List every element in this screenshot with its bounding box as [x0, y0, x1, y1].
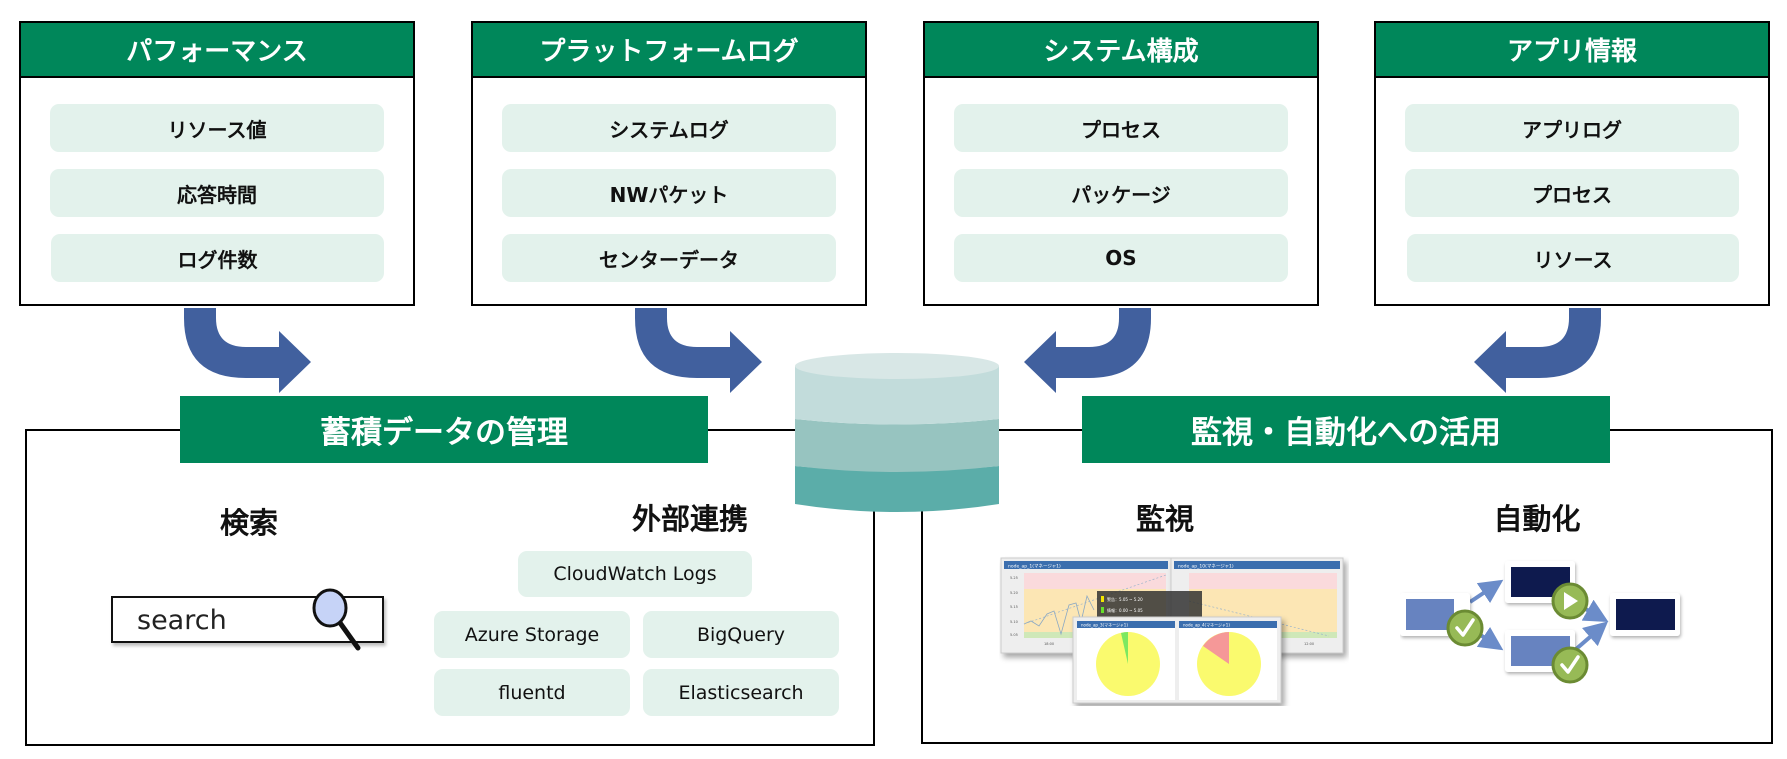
- source-item: 応答時間: [50, 169, 384, 217]
- play-icon: [1551, 582, 1589, 620]
- curved-arrow-icon: [635, 308, 762, 393]
- legend-warning: 警告：5.05 ~ 5.20: [1107, 596, 1143, 602]
- source-item: OS: [954, 234, 1288, 282]
- x-tick: 12:00: [1304, 642, 1314, 646]
- check-icon: [1551, 646, 1589, 684]
- panel-title: node_ap_10(マネージャ1): [1178, 564, 1234, 570]
- monitoring-dashboard-image: node_ap_1(マネージャ1) 5.25 5.20 5.15 5.10 5.…: [1000, 557, 1344, 704]
- panel-title: node_ap_3(マネージャ1): [1081, 622, 1128, 628]
- magnifier-icon[interactable]: [308, 586, 368, 652]
- source-box-title: システム構成: [923, 21, 1319, 78]
- source-box-performance: パフォーマンス リソース値 応答時間 ログ件数: [19, 21, 415, 306]
- y-tick: 5.20: [1010, 591, 1018, 595]
- source-item: リソース値: [50, 104, 384, 152]
- automation-flow-image: [1400, 561, 1680, 684]
- source-item: プロセス: [954, 104, 1288, 152]
- y-tick: 5.05: [1010, 633, 1018, 637]
- source-item: パッケージ: [954, 169, 1288, 217]
- source-item: センターデータ: [502, 234, 836, 282]
- y-tick: 5.25: [1010, 576, 1018, 580]
- source-box-title: アプリ情報: [1374, 21, 1770, 78]
- monitoring-heading: 監視: [1135, 502, 1195, 536]
- source-item: アプリログ: [1405, 104, 1739, 152]
- curved-arrow-icon: [1024, 308, 1151, 393]
- database-icon: [795, 353, 999, 512]
- storage-management-title: 蓄積データの管理: [180, 396, 708, 463]
- source-item: プロセス: [1405, 169, 1739, 217]
- source-item: システムログ: [502, 104, 836, 152]
- integration-target-azure: Azure Storage: [434, 611, 630, 658]
- source-item: リソース: [1407, 234, 1739, 282]
- search-heading: 検索: [219, 506, 279, 540]
- search-input-value: search: [137, 605, 227, 636]
- integration-target-elasticsearch: Elasticsearch: [643, 669, 839, 716]
- integration-target-bigquery: BigQuery: [643, 611, 839, 658]
- automation-heading: 自動化: [1493, 502, 1581, 536]
- source-box-title: プラットフォームログ: [471, 21, 867, 78]
- curved-arrow-icon: [1474, 308, 1601, 393]
- panel-title: node_ap_4(マネージャ1): [1183, 622, 1230, 628]
- x-tick: 18:00: [1044, 642, 1054, 646]
- integration-target-fluentd: fluentd: [434, 669, 630, 716]
- source-item: ログ件数: [51, 234, 384, 282]
- integration-target-cloudwatch: CloudWatch Logs: [518, 551, 752, 597]
- source-box-platform-log: プラットフォームログ システムログ NWパケット センターデータ: [471, 21, 867, 306]
- source-box-app-info: アプリ情報 アプリログ プロセス リソース: [1374, 21, 1770, 306]
- integration-heading: 外部連携: [631, 502, 749, 536]
- panel-title: node_ap_1(マネージャ1): [1008, 564, 1061, 570]
- check-icon: [1446, 609, 1484, 647]
- legend-info: 情報：0.00 ~ 5.05: [1107, 607, 1143, 613]
- source-item: NWパケット: [502, 169, 836, 217]
- y-tick: 5.15: [1010, 605, 1018, 609]
- y-tick: 5.10: [1010, 620, 1018, 624]
- source-box-title: パフォーマンス: [19, 21, 415, 78]
- source-box-system-config: システム構成 プロセス パッケージ OS: [923, 21, 1319, 306]
- curved-arrow-icon: [184, 308, 311, 393]
- usage-title: 監視・自動化への活用: [1082, 396, 1610, 463]
